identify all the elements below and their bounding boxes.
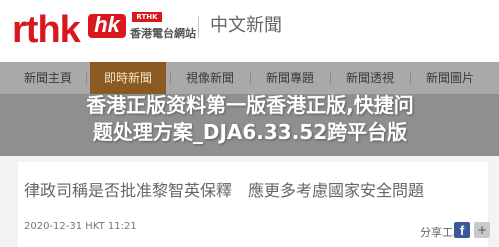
article-headline: 律政司稱是否批准黎智英保釋 應更多考慮國家安全問題 bbox=[24, 181, 425, 200]
nav-item-instant-news[interactable]: 即時新聞 bbox=[90, 62, 166, 94]
article-card bbox=[18, 162, 488, 247]
nav-separator bbox=[330, 72, 331, 84]
more-share-icon[interactable]: + bbox=[474, 222, 490, 238]
article-timestamp: 2020-12-31 HKT 11:21 bbox=[24, 221, 137, 232]
nav-item-news-photos[interactable]: 新聞圖片 bbox=[414, 62, 486, 94]
nav-item-news-topics[interactable]: 新聞專題 bbox=[254, 62, 326, 94]
section-title[interactable]: 中文新聞 bbox=[210, 14, 282, 38]
logo-subtitle: 香港電台網站 bbox=[130, 27, 196, 40]
nav-item-news-insight[interactable]: 新聞透視 bbox=[334, 62, 406, 94]
rthk-hk-logo[interactable]: hk bbox=[88, 14, 126, 38]
header-divider bbox=[198, 16, 199, 38]
overlay-title-line-1: 香港正版资料第一版香港正版,快捷问 bbox=[86, 93, 414, 117]
facebook-share-icon[interactable]: f bbox=[454, 222, 470, 238]
rthk-badge: RTHK bbox=[132, 12, 162, 22]
nav-separator bbox=[86, 72, 87, 84]
overlay-title-line-2: 题处理方案_DJA6.33.52跨平台版 bbox=[92, 120, 408, 144]
nav-item-video-news[interactable]: 視像新聞 bbox=[174, 62, 246, 94]
nav-separator bbox=[250, 72, 251, 84]
nav-separator bbox=[170, 72, 171, 84]
nav-item-news-home[interactable]: 新聞主頁 bbox=[14, 62, 82, 94]
rthk-logo[interactable]: rthk bbox=[12, 10, 81, 50]
nav-separator bbox=[410, 72, 411, 84]
overlay-title: 香港正版资料第一版香港正版,快捷问 题处理方案_DJA6.33.52跨平台版 bbox=[10, 92, 490, 146]
